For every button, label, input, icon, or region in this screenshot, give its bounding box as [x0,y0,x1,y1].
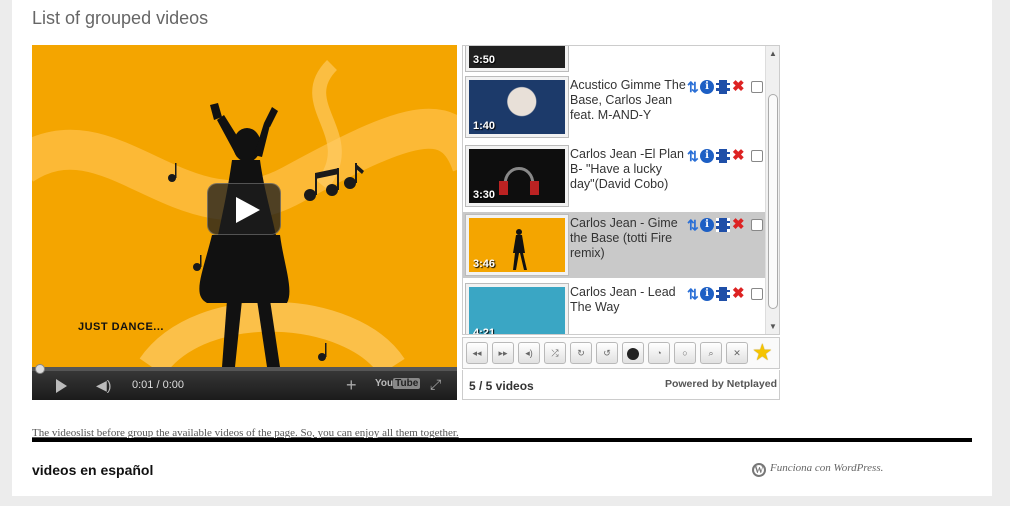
site-name[interactable]: videos en español [32,462,153,478]
youtube-logo[interactable]: You Tube [375,378,421,393]
player-controls: ◀) 0:01 / 0:00 + You Tube ⤢ [32,364,457,400]
playlist-item[interactable]: 1:40 Acustico Gimme The Base, Carlos Jean… [463,74,765,140]
page-container: List of grouped videos JUST DANCE... ◀) … [12,0,992,496]
video-thumbnail[interactable]: 4:21 [465,283,569,335]
loop-button[interactable]: ↺ [596,342,618,364]
progress-knob[interactable] [35,364,45,374]
info-icon[interactable]: i [700,218,714,232]
playlist: 3:50The Base (trombone version)⇅i✖ 1:40 Ac… [462,45,780,335]
video-title[interactable]: Acustico Gimme The Base, Carlos Jean fea… [570,78,690,123]
scroll-thumb[interactable] [768,94,778,309]
delete-icon[interactable]: ✖ [732,79,746,94]
play-circle-icon [627,347,639,360]
wordpress-icon: W [752,463,766,477]
info-icon[interactable]: i [700,149,714,163]
film-icon[interactable] [716,218,730,232]
shuffle-button[interactable]: ⤮ [544,342,566,364]
item-actions: ⇅ i ✖ [687,217,767,234]
move-icon[interactable]: ⇅ [687,287,701,301]
playlist-toolbar: ◂◂ ▸▸ ◂) ⤮ ↻ ↺ ◔ ○ ⌕ ✕ ★ [462,337,780,369]
control-play-icon[interactable] [56,379,67,393]
video-duration: 3:46 [473,258,496,270]
playlist-scrollbar[interactable]: ▲ ▼ [765,46,779,334]
video-duration: 4:21 [473,327,496,335]
film-icon[interactable] [716,149,730,163]
scroll-down-icon[interactable]: ▼ [769,322,777,331]
delete-icon[interactable]: ✖ [732,286,746,301]
video-player[interactable]: JUST DANCE... ◀) 0:01 / 0:00 + You Tube ⤢ [32,45,457,400]
page-title: List of grouped videos [32,8,209,28]
powered-by[interactable]: Powered by Netplayed [665,378,777,390]
move-icon[interactable]: ⇅ [687,218,701,232]
star-icon[interactable]: ★ [752,340,773,364]
video-overlay-text: JUST DANCE... [78,321,164,333]
select-checkbox[interactable] [751,81,763,93]
move-icon[interactable]: ⇅ [687,80,701,94]
thumbnail-image: 3:46 [469,218,565,272]
video-title[interactable]: Carlos Jean -El Plan B- "Have a lucky da… [570,147,690,192]
next-button[interactable]: ▸▸ [492,342,514,364]
footer-divider [32,438,972,442]
bulb-button[interactable]: ○ [674,342,696,364]
play-button[interactable] [207,183,281,235]
video-duration: 3:30 [473,189,496,201]
playlist-footer: 5 / 5 videos Powered by Netplayed [462,370,780,400]
video-thumbnail[interactable]: 1:40 [465,76,569,138]
film-icon[interactable] [716,287,730,301]
info-icon[interactable]: i [700,80,714,94]
delete-icon[interactable]: ✖ [732,217,746,232]
previous-button[interactable]: ◂◂ [466,342,488,364]
video-duration: 1:40 [473,120,496,132]
thumbnail-image: 3:50 [469,46,565,68]
playlist-item[interactable]: 3:46 Carlos Jean - Gime the Base (totti F… [463,212,765,278]
item-actions: ⇅ i ✖ [687,79,767,96]
select-checkbox[interactable] [751,150,763,162]
video-thumbnail[interactable]: 3:46 [465,214,569,276]
play-dark-button[interactable] [622,342,644,364]
video-title[interactable]: Carlos Jean - Gime the Base (totti Fire … [570,216,690,261]
info-icon[interactable]: i [700,287,714,301]
move-icon[interactable]: ⇅ [687,149,701,163]
wordpress-credit[interactable]: W Funciona con WordPress. [752,462,883,477]
search-button[interactable]: ⌕ [700,342,722,364]
playlist-item[interactable]: 4:21 Carlos Jean - Lead The Way ⇅ i ✖ [463,281,767,335]
thumbnail-image: 4:21 [469,287,565,335]
select-checkbox[interactable] [751,288,763,300]
video-thumbnail[interactable]: 3:50 [465,46,569,72]
video-duration: 3:50 [473,54,496,66]
clock-button[interactable]: ◔ [648,342,670,364]
repeat-button[interactable]: ↻ [570,342,592,364]
volume-button[interactable]: ◂) [518,342,540,364]
time-display: 0:01 / 0:00 [132,379,184,391]
thumbnail-image: 3:30 [469,149,565,203]
fullscreen-icon[interactable]: ⤢ [430,376,441,393]
item-actions: ⇅ i ✖ [687,148,767,165]
progress-bar[interactable] [32,364,457,374]
video-title[interactable]: Carlos Jean - Lead The Way [570,285,690,315]
playlist-item[interactable]: 3:50The Base (trombone version)⇅i✖ [463,46,765,74]
thumbnail-image: 1:40 [469,80,565,134]
delete-icon[interactable]: ✖ [732,148,746,163]
volume-icon[interactable]: ◀) [96,377,118,393]
video-thumbnail[interactable]: 3:30 [465,145,569,207]
select-checkbox[interactable] [751,219,763,231]
playlist-item[interactable]: 3:30 Carlos Jean -El Plan B- "Have a luck… [463,143,765,209]
item-actions: ⇅ i ✖ [687,286,767,303]
close-button[interactable]: ✕ [726,342,748,364]
video-count: 5 / 5 videos [469,379,534,393]
scroll-up-icon[interactable]: ▲ [769,49,777,58]
film-icon[interactable] [716,80,730,94]
add-icon[interactable]: + [346,375,357,396]
